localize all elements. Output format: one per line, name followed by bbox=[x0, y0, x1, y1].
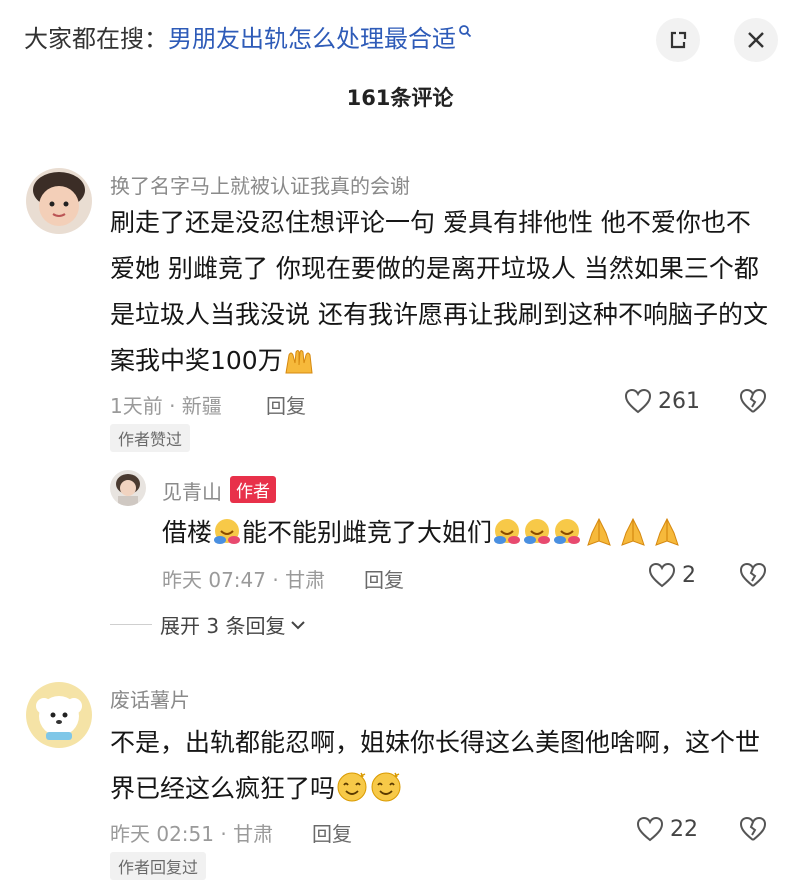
heart-icon bbox=[624, 388, 652, 414]
like-count: 261 bbox=[658, 388, 700, 414]
like-count: 22 bbox=[670, 816, 698, 842]
reply-button[interactable]: 回复 bbox=[312, 818, 352, 847]
reply-body: 借楼 bbox=[162, 518, 213, 547]
like-button[interactable]: 261 bbox=[624, 388, 700, 414]
broken-heart-icon bbox=[739, 816, 767, 841]
reply-button[interactable]: 回复 bbox=[266, 390, 306, 419]
comment-count-title: 161条评论 bbox=[346, 86, 454, 110]
heart-icon bbox=[636, 816, 664, 842]
hug-face-emoji bbox=[552, 516, 582, 562]
reply-text: 借楼 能不能别雌竞了大姐们 bbox=[162, 510, 782, 562]
broken-heart-icon bbox=[739, 562, 767, 587]
search-suggestion[interactable]: 大家都在搜：男朋友出轨怎么处理最合适 bbox=[24, 22, 472, 56]
search-query-link[interactable]: 男朋友出轨怎么处理最合适 bbox=[168, 25, 456, 53]
divider bbox=[110, 624, 152, 625]
folded-hands-emoji bbox=[616, 516, 650, 562]
folded-hands-emoji bbox=[582, 516, 616, 562]
folded-hands-emoji bbox=[650, 516, 684, 562]
author-replied-tag: 作者回复过 bbox=[110, 852, 207, 880]
share-icon bbox=[670, 31, 687, 49]
comment-meta: 1天前 · 新疆 bbox=[110, 394, 222, 418]
share-button[interactable] bbox=[656, 18, 700, 62]
reply-username[interactable]: 见青山 bbox=[162, 480, 222, 504]
dizzy-smile-emoji bbox=[335, 769, 369, 818]
reply-dislike-button[interactable] bbox=[738, 562, 768, 592]
author-liked-tag: 作者赞过 bbox=[110, 424, 191, 452]
header: 大家都在搜：男朋友出轨怎么处理最合适 bbox=[0, 0, 800, 78]
comment-text: 刷走了还是没忍住想评论一句 爱具有排他性 他不爱你也不爱她 别雌竞了 你现在要做… bbox=[110, 200, 770, 390]
reply-like-button[interactable]: 2 bbox=[648, 562, 696, 588]
search-icon bbox=[459, 25, 472, 38]
search-prefix: 大家都在搜： bbox=[24, 25, 168, 53]
avatar[interactable] bbox=[26, 168, 92, 234]
close-icon bbox=[748, 32, 764, 48]
comment-username[interactable]: 废话薯片 bbox=[110, 684, 190, 713]
hug-face-emoji bbox=[492, 516, 522, 562]
reply-avatar[interactable] bbox=[110, 470, 146, 506]
raised-hands-emoji bbox=[283, 344, 315, 390]
reply-reply-button[interactable]: 回复 bbox=[364, 564, 404, 593]
heart-icon bbox=[648, 562, 676, 588]
reply-meta: 昨天 07:47 · 甘肃 bbox=[162, 568, 326, 592]
dislike-button[interactable] bbox=[738, 816, 768, 846]
hug-face-emoji bbox=[522, 516, 552, 562]
hug-face-emoji bbox=[212, 516, 242, 562]
comment-body: 刷走了还是没忍住想评论一句 爱具有排他性 他不爱你也不爱她 别雌竞了 你现在要做… bbox=[110, 208, 768, 375]
chevron-down-icon bbox=[291, 620, 306, 629]
expand-replies[interactable]: 展开 3 条回复 bbox=[110, 610, 307, 639]
expand-replies-label: 展开 3 条回复 bbox=[160, 614, 286, 638]
dislike-button[interactable] bbox=[738, 388, 768, 418]
reply-username-row: 见青山 作者 bbox=[162, 476, 276, 505]
comment-meta: 昨天 02:51 · 甘肃 bbox=[110, 822, 274, 846]
comment-text: 不是，出轨都能忍啊，姐妹你长得这么美图他啥啊，这个世界已经这么疯狂了吗 bbox=[110, 720, 770, 818]
comment-body: 不是，出轨都能忍啊，姐妹你长得这么美图他啥啊，这个世界已经这么疯狂了吗 bbox=[110, 728, 761, 803]
author-badge: 作者 bbox=[230, 476, 276, 503]
comment-username[interactable]: 换了名字马上就被认证我真的会谢 bbox=[110, 170, 410, 199]
avatar[interactable] bbox=[26, 682, 92, 748]
dizzy-smile-emoji bbox=[369, 769, 403, 818]
reply-body-2: 能不能别雌竞了大姐们 bbox=[242, 518, 493, 547]
like-button[interactable]: 22 bbox=[636, 816, 698, 842]
broken-heart-icon bbox=[739, 388, 767, 413]
close-button[interactable] bbox=[734, 18, 778, 62]
like-count: 2 bbox=[682, 562, 696, 588]
